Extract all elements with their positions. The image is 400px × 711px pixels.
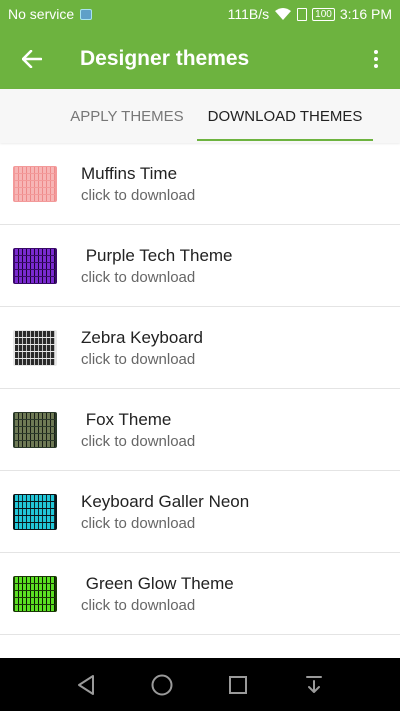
theme-list-item[interactable]: Fox Theme click to download [0,389,400,471]
clock: 3:16 PM [339,6,392,22]
theme-list-item[interactable]: Neon Skin for Keyboardclick to download [0,635,400,658]
status-bar: No service 111B/s 100 3:16 PM [0,0,400,28]
net-speed: 111B/s [227,6,270,22]
theme-download-hint: click to download [81,596,196,614]
theme-title: Purple Tech Theme [81,245,233,265]
more-vert-icon [374,49,378,68]
theme-text-group: Keyboard Galler Neon click to download [81,492,249,532]
tab-bar: APPLY THEMES DOWNLOAD THEMES [0,89,400,143]
battery-icon: 100 [312,7,335,21]
theme-text-group: Purple Tech Theme click to download [81,246,233,286]
sim-icon [80,8,93,20]
theme-text-group: Green Glow Theme click to download [81,574,234,614]
nav-recents-button[interactable] [218,665,258,705]
page-title: Designer themes [80,46,250,70]
keyboard-theme-thumbnail [13,247,57,284]
theme-title: Green Glow Theme [81,573,234,593]
theme-text-group: Fox Theme click to download [81,410,195,450]
nav-back-button[interactable] [66,665,106,705]
theme-download-hint: click to download [81,350,196,368]
theme-list: Muffins Time click to download Purple Tec… [0,143,400,658]
theme-download-hint: click to download [81,514,196,532]
theme-list-item[interactable]: Green Glow Theme click to download [0,553,400,635]
keyboard-theme-thumbnail [13,329,57,366]
theme-download-hint: click to download [81,268,196,286]
keyboard-theme-thumbnail [13,165,57,202]
theme-title: Muffins Time [81,163,178,183]
theme-title: Zebra Keyboard [81,327,203,347]
carrier-text: No service [8,6,75,22]
keyboard-theme-thumbnail [13,411,57,448]
overflow-menu-button[interactable] [352,28,400,89]
nav-back-icon [78,674,94,695]
arrow-left-icon [22,49,42,68]
nav-notifications-button[interactable] [294,665,334,705]
nav-home-icon [151,674,173,695]
tab-download-themes[interactable]: DOWNLOAD THEMES [197,89,373,143]
theme-text-group: Muffins Time click to download [81,164,195,204]
theme-download-hint: click to download [81,186,196,204]
theme-download-hint: click to download [81,432,196,450]
theme-title: Keyboard Galler Neon [81,491,250,511]
tab-apply-themes[interactable]: APPLY THEMES [57,89,197,143]
theme-list-item[interactable]: Zebra Keyboard click to download [0,307,400,389]
sd-card-icon [297,7,308,21]
theme-text-group: Zebra Keyboard click to download [81,328,203,368]
theme-list-item[interactable]: Purple Tech Theme click to download [0,225,400,307]
nav-recents-icon [229,675,247,694]
nav-pull-down-icon [306,675,322,693]
theme-list-item[interactable]: Muffins Time click to download [0,143,400,225]
app-bar: Designer themes [0,28,400,89]
keyboard-theme-thumbnail [13,575,57,612]
back-button[interactable] [0,28,64,89]
keyboard-theme-thumbnail [13,493,57,530]
system-nav-bar [0,658,400,711]
theme-title: Fox Theme [81,409,172,429]
wifi-icon [275,8,292,20]
nav-home-button[interactable] [142,665,182,705]
theme-list-item[interactable]: Keyboard Galler Neon click to download [0,471,400,553]
